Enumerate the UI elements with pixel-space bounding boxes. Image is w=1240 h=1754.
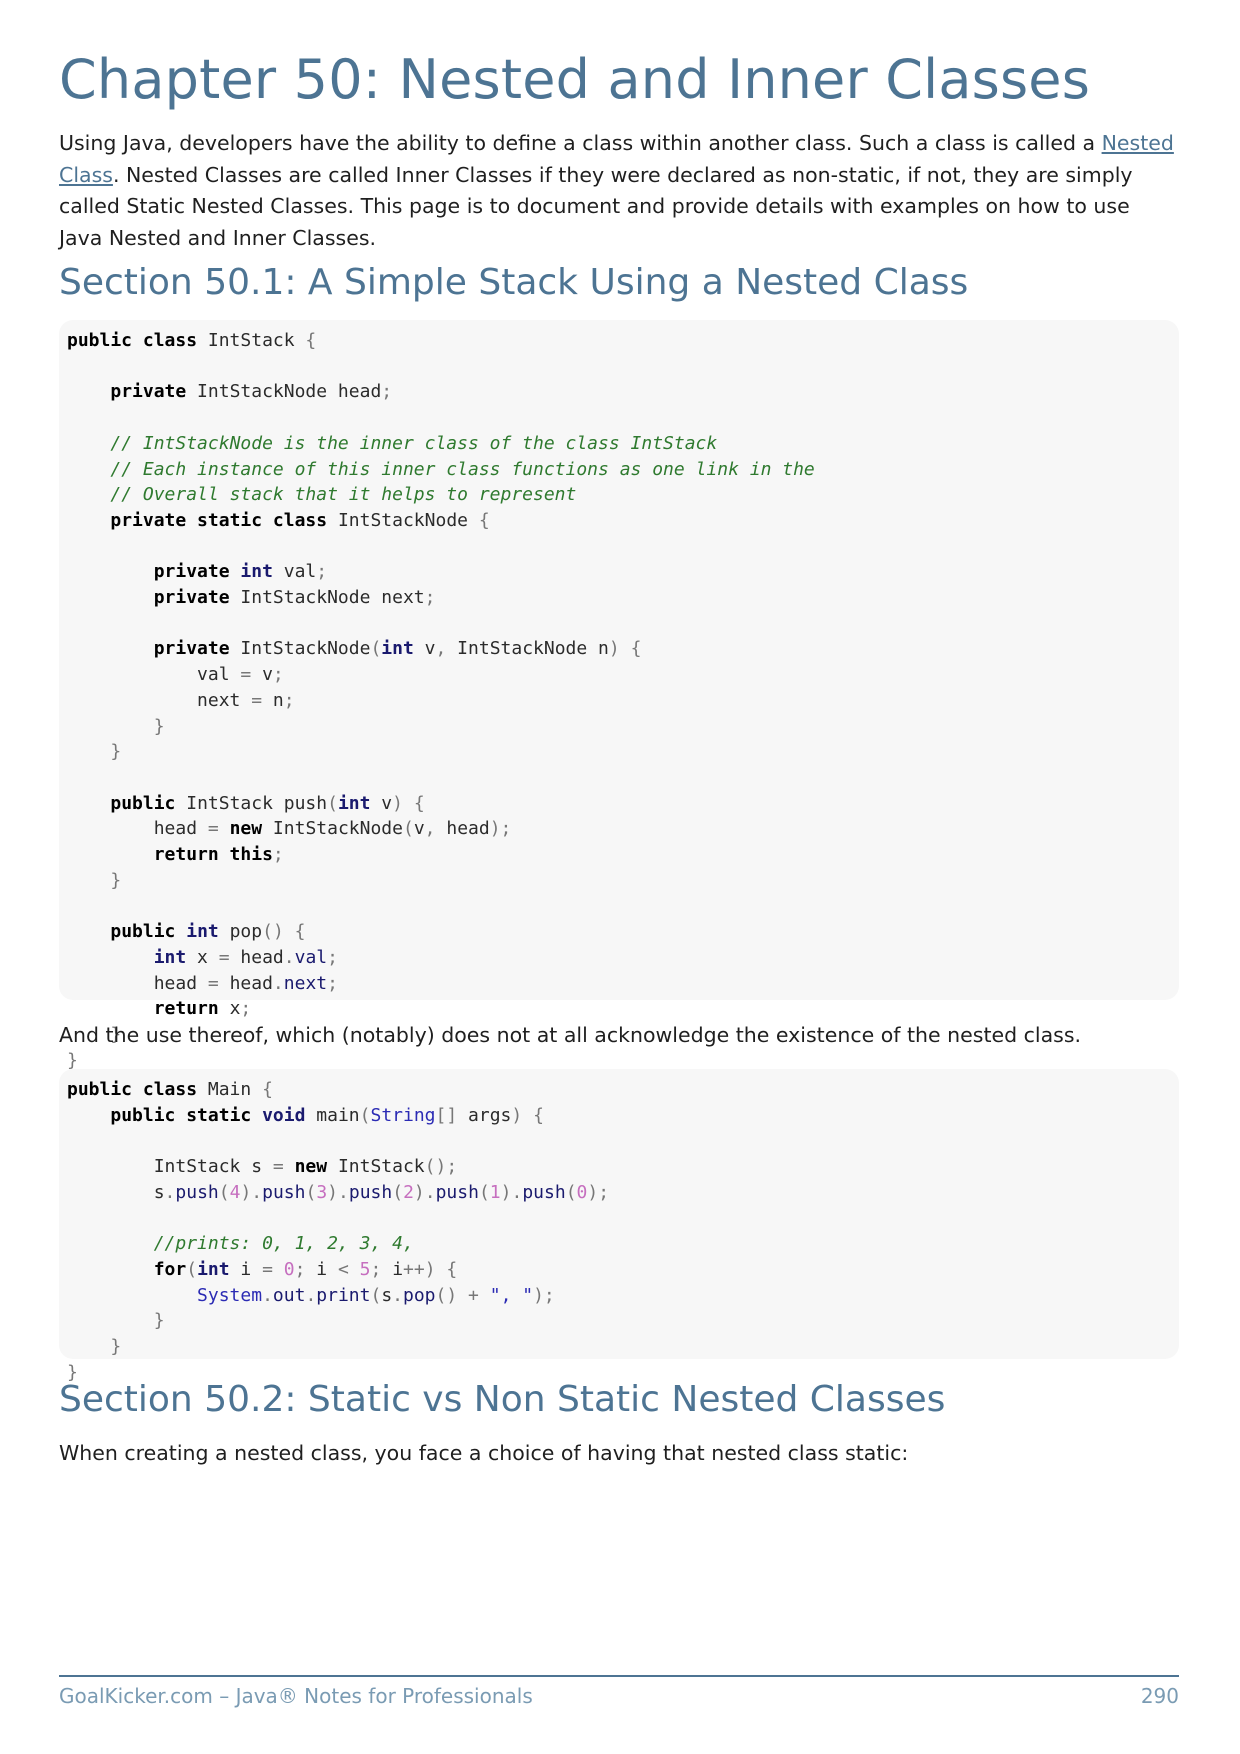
footer-page-number: 290 bbox=[1140, 1684, 1179, 1708]
section-50-1-usage-text: And the use thereof, which (notably) doe… bbox=[59, 1023, 1082, 1047]
intro-paragraph: Using Java, developers have the ability … bbox=[59, 128, 1179, 254]
intro-text-before: Using Java, developers have the ability … bbox=[59, 131, 1102, 155]
chapter-title: Chapter 50: Nested and Inner Classes bbox=[59, 48, 1091, 111]
section-50-2-title: Section 50.2: Static vs Non Static Neste… bbox=[59, 1379, 946, 1420]
section-50-1-title: Section 50.1: A Simple Stack Using a Nes… bbox=[59, 262, 969, 303]
code-block-intstack: public class IntStack { private IntStack… bbox=[59, 320, 1179, 1071]
footer-divider bbox=[59, 1675, 1179, 1677]
footer-site-title: GoalKicker.com – Java® Notes for Profess… bbox=[59, 1684, 533, 1708]
section-50-2-text: When creating a nested class, you face a… bbox=[59, 1441, 909, 1465]
intro-text-after: . Nested Classes are called Inner Classe… bbox=[59, 162, 1133, 250]
code-block-main: public class Main { public static void m… bbox=[59, 1069, 1179, 1383]
